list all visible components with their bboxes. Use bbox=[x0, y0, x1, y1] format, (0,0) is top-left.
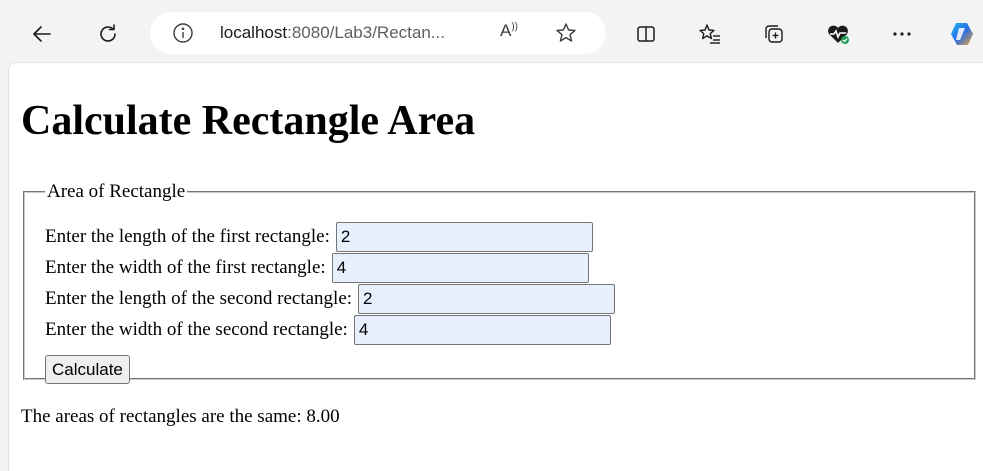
second-length-row: Enter the length of the second rectangle… bbox=[45, 284, 616, 314]
second-length-label: Enter the length of the second rectangle… bbox=[45, 288, 353, 309]
first-width-input[interactable] bbox=[331, 253, 589, 283]
collections-icon[interactable] bbox=[756, 16, 792, 52]
second-length-input[interactable] bbox=[358, 284, 616, 314]
first-length-row: Enter the length of the first rectangle: bbox=[45, 222, 593, 252]
star-icon[interactable] bbox=[554, 21, 578, 45]
back-arrow-icon[interactable] bbox=[24, 16, 60, 52]
browser-window: localhost:8080/Lab3/Rectan... A)) Calcul… bbox=[0, 0, 983, 471]
split-screen-icon[interactable] bbox=[628, 16, 664, 52]
address-bar[interactable]: localhost:8080/Lab3/Rectan... A)) bbox=[150, 12, 606, 54]
second-width-label: Enter the width of the second rectangle: bbox=[45, 319, 348, 340]
second-width-row: Enter the width of the second rectangle: bbox=[45, 315, 611, 345]
address-url[interactable]: localhost:8080/Lab3/Rectan... bbox=[220, 23, 445, 43]
first-length-label: Enter the length of the first rectangle: bbox=[45, 226, 330, 247]
refresh-icon[interactable] bbox=[90, 16, 126, 52]
second-width-input[interactable] bbox=[353, 315, 611, 345]
first-width-label: Enter the width of the first rectangle: bbox=[45, 257, 326, 278]
page-title: Calculate Rectangle Area bbox=[21, 98, 476, 144]
more-icon[interactable] bbox=[884, 16, 920, 52]
browser-toolbar: localhost:8080/Lab3/Rectan... A)) bbox=[0, 0, 983, 64]
calculate-button[interactable]: Calculate bbox=[45, 355, 130, 384]
page-viewport: Calculate Rectangle Area Area of Rectang… bbox=[8, 62, 983, 471]
area-fieldset: Area of Rectangle Enter the length of th… bbox=[23, 181, 976, 384]
url-path: :8080/Lab3/Rectan... bbox=[287, 23, 445, 42]
favorites-list-icon[interactable] bbox=[692, 16, 728, 52]
first-width-row: Enter the width of the first rectangle: bbox=[45, 253, 589, 283]
browser-essentials-icon[interactable] bbox=[820, 16, 856, 52]
first-length-input[interactable] bbox=[335, 222, 593, 252]
copilot-icon[interactable] bbox=[944, 16, 980, 52]
result-text: The areas of rectangles are the same: 8.… bbox=[21, 406, 340, 427]
url-host: localhost bbox=[220, 23, 288, 42]
fieldset-legend: Area of Rectangle bbox=[47, 181, 186, 202]
read-aloud-icon[interactable]: A)) bbox=[500, 21, 518, 41]
info-icon[interactable] bbox=[172, 22, 194, 44]
